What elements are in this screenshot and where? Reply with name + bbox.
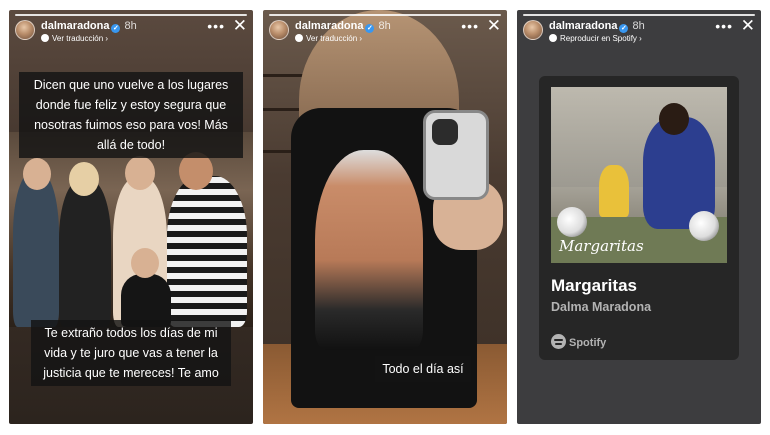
username[interactable]: dalmaradona ✓ 8h: [295, 20, 391, 33]
close-icon[interactable]: ✕: [487, 17, 501, 34]
story-progress-bar: [15, 14, 247, 16]
album-cover: Margaritas: [551, 87, 727, 263]
photo-head-1: [23, 158, 51, 190]
avatar[interactable]: [15, 20, 35, 40]
caption: Todo el día así: [375, 356, 471, 382]
caption-bottom: Te extraño todos los días de mi vida y t…: [31, 320, 231, 386]
more-options-icon[interactable]: •••: [715, 19, 733, 33]
verified-icon: ✓: [111, 24, 121, 33]
username[interactable]: dalmaradona ✓ 8h: [41, 20, 137, 33]
football-icon: [557, 207, 587, 237]
spotify-small-icon: [549, 34, 557, 42]
story-progress-bar: [523, 14, 755, 16]
translate-icon: [295, 34, 303, 42]
avatar[interactable]: [269, 20, 289, 40]
football-icon: [689, 211, 719, 241]
more-options-icon[interactable]: •••: [207, 19, 225, 33]
verified-icon: ✓: [619, 24, 629, 33]
story-panel-1[interactable]: dalmaradona ✓ 8h Ver traducción › ••• ✕ Di…: [9, 10, 253, 424]
spotify-icon: [551, 334, 566, 349]
story-header: dalmaradona ✓ 8h Ver traducción › ••• ✕: [269, 17, 501, 50]
translate-icon: [41, 34, 49, 42]
photo-person-2: [59, 180, 111, 327]
photo-head-3: [125, 156, 155, 190]
artist-name: Dalma Maradona: [551, 300, 652, 314]
timestamp: 8h: [632, 20, 645, 32]
timestamp: 8h: [124, 20, 137, 32]
caption-top: Dicen que uno vuelve a los lugares donde…: [19, 72, 243, 158]
timestamp: 8h: [378, 20, 391, 32]
shirt-print: [315, 150, 423, 350]
spotify-logo: Spotify: [551, 334, 606, 349]
photo-person-1: [13, 172, 59, 327]
play-on-spotify-link[interactable]: Reproducir en Spotify ›: [549, 34, 642, 43]
cover-man-head: [659, 103, 689, 135]
family-photo: [9, 132, 253, 327]
story-header: dalmaradona ✓ 8h Ver traducción › ••• ✕: [15, 17, 247, 50]
spotify-card[interactable]: Margaritas Margaritas Dalma Maradona Spo…: [539, 76, 739, 360]
see-translation-link[interactable]: Ver traducción ›: [41, 34, 108, 43]
shelf: [263, 74, 303, 77]
photo-head-2: [69, 162, 99, 196]
cover-title: Margaritas: [559, 237, 644, 255]
shelf: [263, 108, 303, 111]
story-header: dalmaradona ✓ 8h Reproducir en Spotify › •…: [523, 17, 755, 50]
more-options-icon[interactable]: •••: [461, 19, 479, 33]
photo-person-4: [167, 176, 247, 327]
verified-icon: ✓: [365, 24, 375, 33]
song-title: Margaritas: [551, 276, 637, 295]
story-progress-bar: [269, 14, 501, 16]
photo-head-child: [131, 248, 159, 278]
camera-icon: [432, 119, 458, 145]
phone: [423, 110, 489, 200]
avatar[interactable]: [523, 20, 543, 40]
cover-child: [599, 165, 629, 217]
story-panel-3[interactable]: dalmaradona ✓ 8h Reproducir en Spotify › •…: [517, 10, 761, 424]
see-translation-link[interactable]: Ver traducción ›: [295, 34, 362, 43]
username[interactable]: dalmaradona ✓ 8h: [549, 20, 645, 33]
story-panel-2[interactable]: dalmaradona ✓ 8h Ver traducción › ••• ✕ To…: [263, 10, 507, 424]
close-icon[interactable]: ✕: [233, 17, 247, 34]
close-icon[interactable]: ✕: [741, 17, 755, 34]
